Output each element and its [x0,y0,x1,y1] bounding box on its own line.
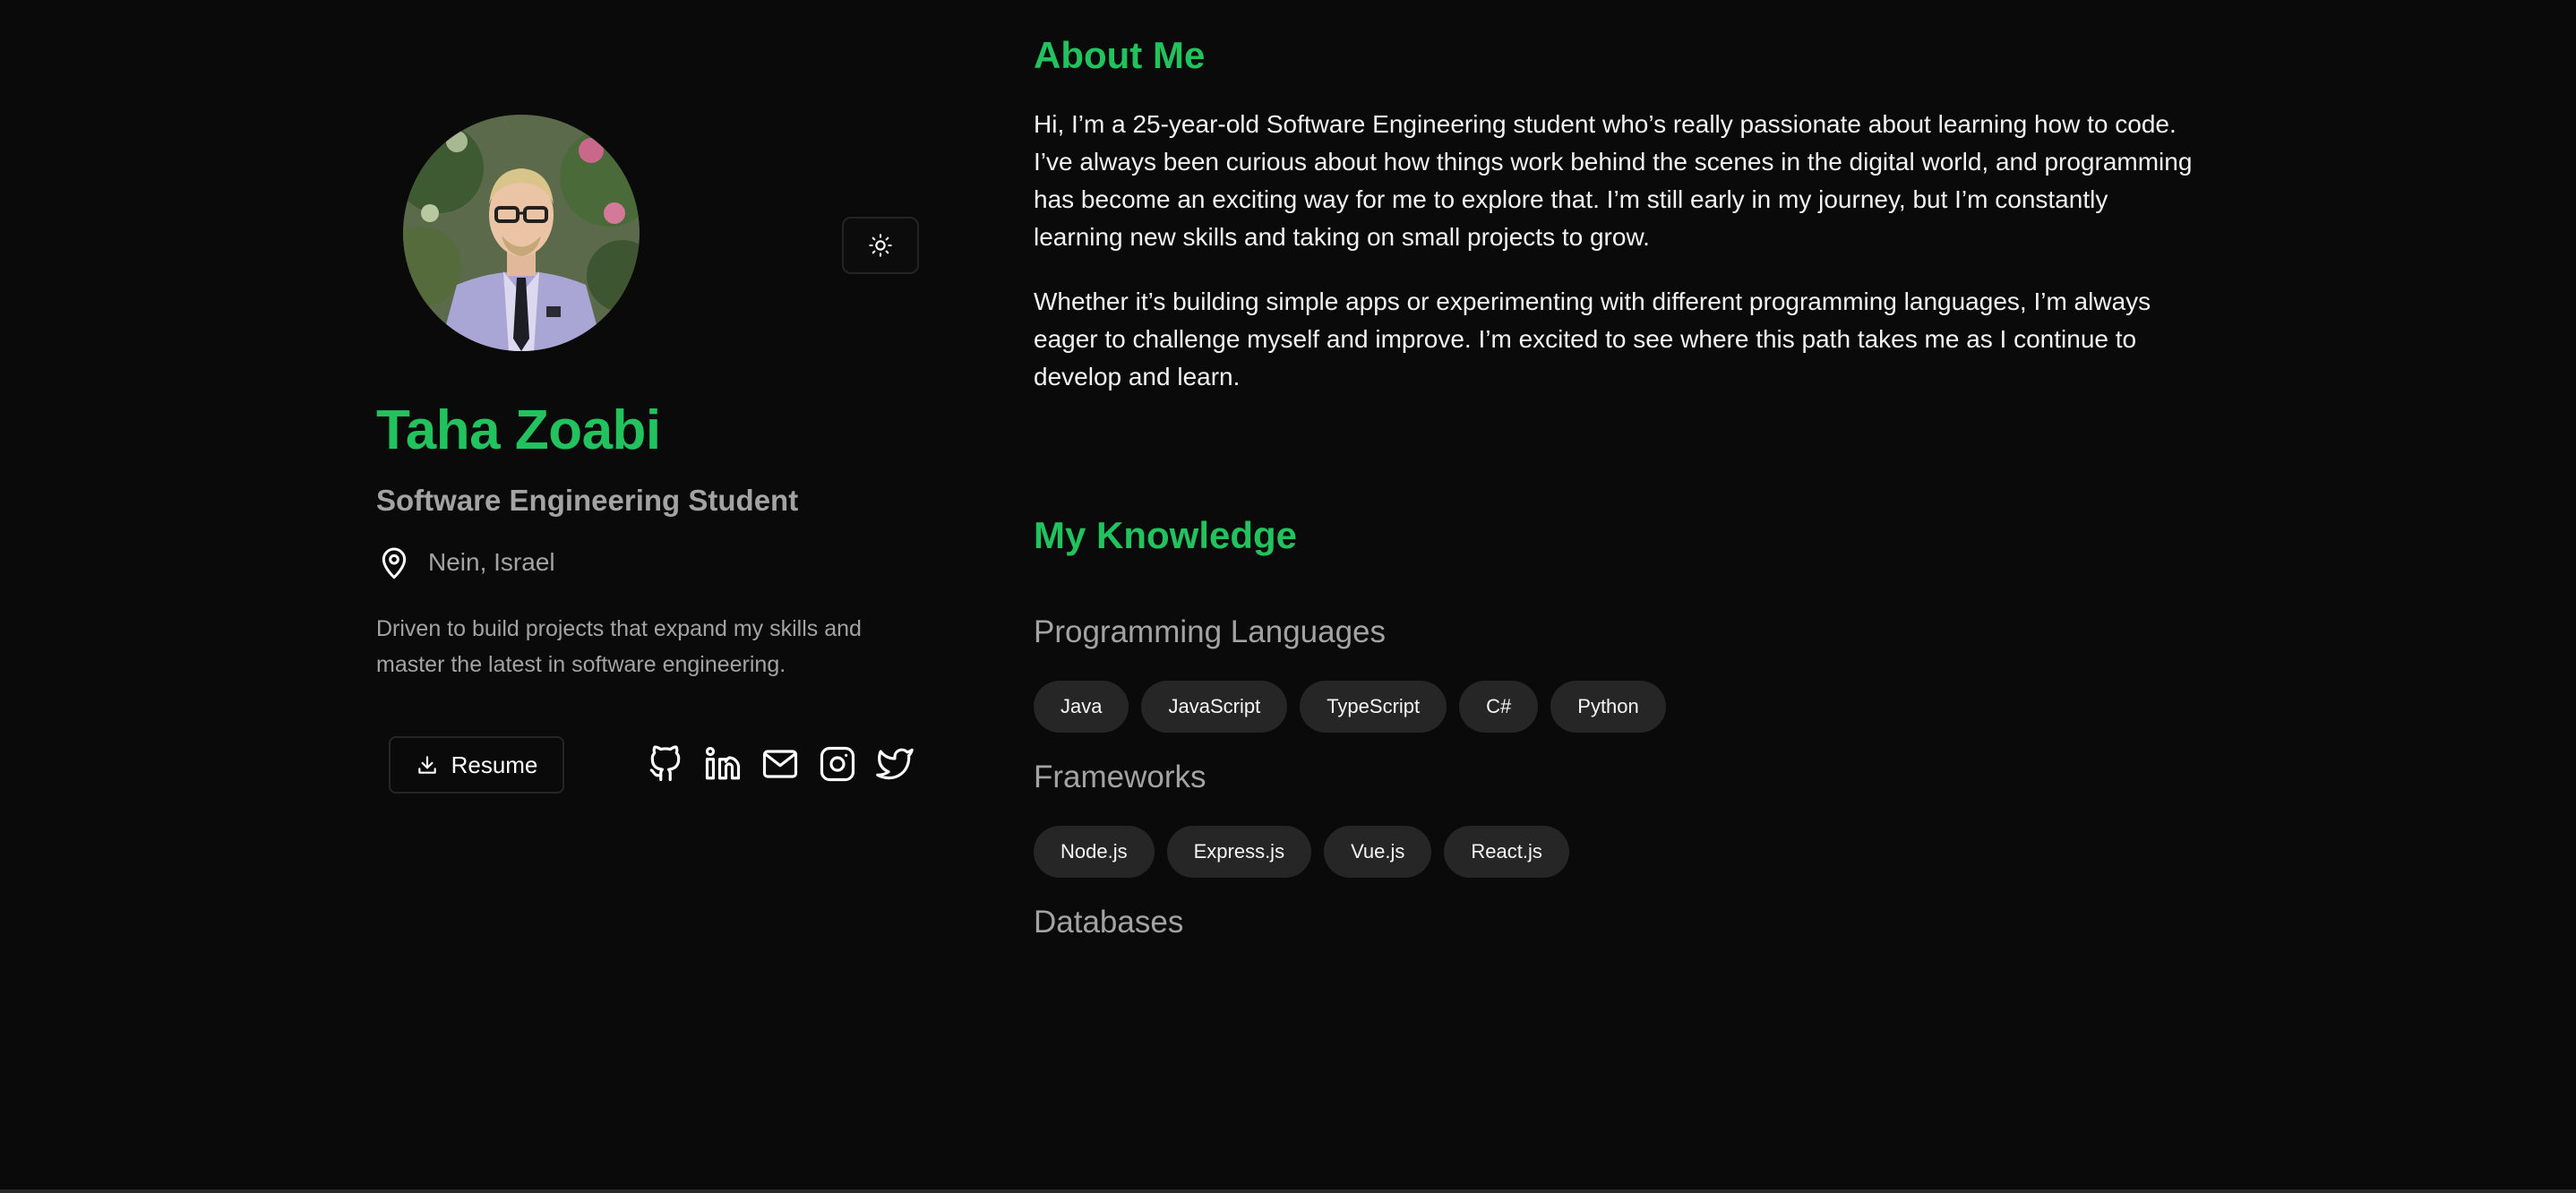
github-link[interactable] [645,743,686,785]
profile-role: Software Engineering Student [376,484,799,517]
resume-button[interactable]: Resume [389,736,564,794]
category-title-databases: Databases [1034,905,1184,940]
skill-tag: Express.js [1166,826,1312,878]
linkedin-link[interactable] [702,743,743,785]
avatar [403,115,640,351]
sun-icon [869,234,892,257]
knowledge-title: My Knowledge [1034,514,1298,556]
download-icon [417,756,436,774]
skill-tag: Vue.js [1324,826,1432,878]
linkedin-icon [705,746,741,780]
about-paragraph: Whether it’s building simple apps or exp… [1034,288,2151,391]
twitter-link[interactable] [874,743,915,785]
instagram-link[interactable] [817,743,858,785]
mail-icon [762,750,798,778]
resume-label: Resume [451,751,538,778]
location-text: Nein, Israel [428,548,555,576]
category-title-frameworks: Frameworks [1034,760,1206,794]
email-link[interactable] [760,743,801,785]
tag-list-frameworks: Node.js Express.js Vue.js React.js [1034,826,1569,878]
skill-tag: JavaScript [1141,681,1288,733]
theme-toggle-button[interactable] [842,217,919,274]
profile-name: Taha Zoabi [376,399,661,461]
skill-tag: C# [1459,681,1539,733]
location: Nein, Israel [376,545,555,580]
social-links [645,743,915,785]
skill-tag: React.js [1444,826,1569,878]
skill-tag: Java [1034,681,1129,733]
portfolio-page: Taha Zoabi Software Engineering Student … [0,0,2576,1193]
twitter-icon [876,748,914,780]
skill-tag: Python [1550,681,1666,733]
category-title-programming-languages: Programming Languages [1034,614,1387,649]
about-paragraph: Hi, I’m a 25-year-old Software Engineeri… [1034,110,2193,251]
github-icon [649,745,681,782]
instagram-icon [820,746,855,782]
skill-tag: TypeScript [1300,681,1447,733]
profile-bio: Driven to build projects that expand my … [376,616,862,677]
bottom-divider [0,1189,2576,1193]
map-pin-icon [382,547,407,579]
about-title: About Me [1034,34,1206,76]
tag-list-programming-languages: Java JavaScript TypeScript C# Python [1034,681,1666,733]
skill-tag: Node.js [1034,826,1155,878]
